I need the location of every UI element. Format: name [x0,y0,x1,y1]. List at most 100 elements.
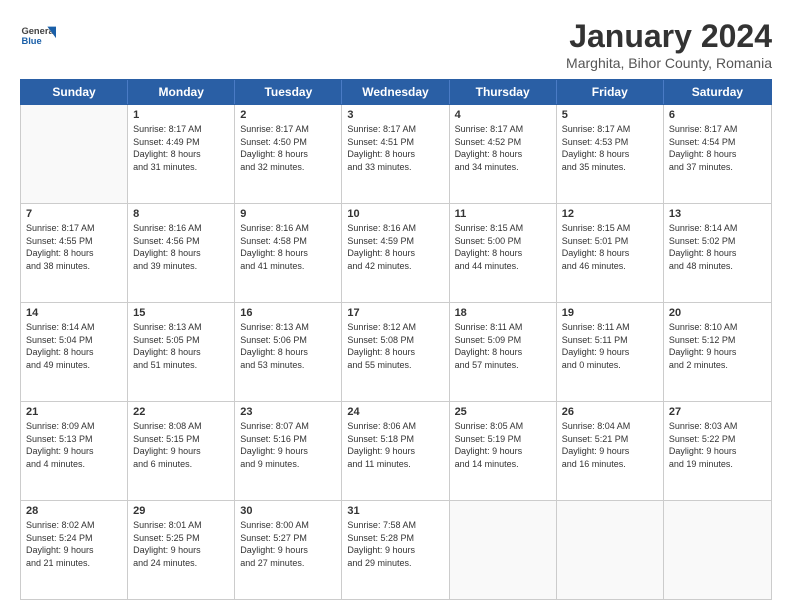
calendar-body: 1 Sunrise: 8:17 AM Sunset: 4:49 PM Daylig… [20,105,772,600]
calendar-cell: 6 Sunrise: 8:17 AM Sunset: 4:54 PM Daylig… [664,105,771,203]
cell-info: Sunrise: 8:15 AM Sunset: 5:01 PM Dayligh… [562,222,658,272]
day-of-week-monday: Monday [128,80,235,104]
calendar-cell: 24 Sunrise: 8:06 AM Sunset: 5:18 PM Dayli… [342,402,449,500]
day-of-week-saturday: Saturday [664,80,771,104]
cell-info: Sunrise: 7:58 AM Sunset: 5:28 PM Dayligh… [347,519,443,569]
cell-info: Sunrise: 8:05 AM Sunset: 5:19 PM Dayligh… [455,420,551,470]
logo-icon: General Blue [20,18,56,54]
day-number: 1 [133,109,229,121]
logo: General Blue [20,18,60,54]
calendar-cell: 25 Sunrise: 8:05 AM Sunset: 5:19 PM Dayli… [450,402,557,500]
cell-info: Sunrise: 8:14 AM Sunset: 5:04 PM Dayligh… [26,321,122,371]
title-section: January 2024 Marghita, Bihor County, Rom… [566,18,772,71]
calendar-cell: 9 Sunrise: 8:16 AM Sunset: 4:58 PM Daylig… [235,204,342,302]
cell-info: Sunrise: 8:16 AM Sunset: 4:58 PM Dayligh… [240,222,336,272]
calendar-cell: 1 Sunrise: 8:17 AM Sunset: 4:49 PM Daylig… [128,105,235,203]
day-number: 25 [455,406,551,418]
cell-info: Sunrise: 8:16 AM Sunset: 4:56 PM Dayligh… [133,222,229,272]
day-number: 10 [347,208,443,220]
calendar-cell: 5Sunrise: 8:17 AM Sunset: 4:53 PM Daylig… [557,105,664,203]
day-number: 27 [669,406,766,418]
cell-info: Sunrise: 8:16 AM Sunset: 4:59 PM Dayligh… [347,222,443,272]
calendar-cell: 29Sunrise: 8:01 AM Sunset: 5:25 PM Dayli… [128,501,235,599]
cell-info: Sunrise: 8:15 AM Sunset: 5:00 PM Dayligh… [455,222,551,272]
day-number: 15 [133,307,229,319]
calendar-row-2: 7Sunrise: 8:17 AM Sunset: 4:55 PM Daylig… [21,204,771,303]
calendar-cell: 28Sunrise: 8:02 AM Sunset: 5:24 PM Dayli… [21,501,128,599]
cell-info: Sunrise: 8:06 AM Sunset: 5:18 PM Dayligh… [347,420,443,470]
calendar-cell: 17 Sunrise: 8:12 AM Sunset: 5:08 PM Dayli… [342,303,449,401]
day-number: 24 [347,406,443,418]
calendar-cell: 10 Sunrise: 8:16 AM Sunset: 4:59 PM Dayli… [342,204,449,302]
header: General Blue January 2024 Marghita, Biho… [20,18,772,71]
day-number: 21 [26,406,122,418]
day-number: 20 [669,307,766,319]
calendar-header: SundayMondayTuesdayWednesdayThursdayFrid… [20,79,772,105]
cell-info: Sunrise: 8:00 AM Sunset: 5:27 PM Dayligh… [240,519,336,569]
main-title: January 2024 [566,18,772,55]
calendar-cell [450,501,557,599]
day-number: 6 [669,109,766,121]
day-number: 13 [669,208,766,220]
calendar-cell: 15 Sunrise: 8:13 AM Sunset: 5:05 PM Dayli… [128,303,235,401]
day-number: 3 [347,109,443,121]
cell-info: Sunrise: 8:13 AM Sunset: 5:05 PM Dayligh… [133,321,229,371]
day-number: 28 [26,505,122,517]
calendar-cell: 12 Sunrise: 8:15 AM Sunset: 5:01 PM Dayli… [557,204,664,302]
day-number: 30 [240,505,336,517]
calendar-cell: 7Sunrise: 8:17 AM Sunset: 4:55 PM Daylig… [21,204,128,302]
calendar-cell: 11 Sunrise: 8:15 AM Sunset: 5:00 PM Dayli… [450,204,557,302]
day-number: 19 [562,307,658,319]
cell-info: Sunrise: 8:17 AM Sunset: 4:50 PM Dayligh… [240,123,336,173]
day-number: 8 [133,208,229,220]
day-number: 16 [240,307,336,319]
cell-info: Sunrise: 8:11 AM Sunset: 5:11 PM Dayligh… [562,321,658,371]
cell-info: Sunrise: 8:17 AM Sunset: 4:55 PM Dayligh… [26,222,122,272]
day-number: 11 [455,208,551,220]
calendar-cell: 26Sunrise: 8:04 AM Sunset: 5:21 PM Dayli… [557,402,664,500]
calendar-cell: 22Sunrise: 8:08 AM Sunset: 5:15 PM Dayli… [128,402,235,500]
calendar-cell: 27Sunrise: 8:03 AM Sunset: 5:22 PM Dayli… [664,402,771,500]
cell-info: Sunrise: 8:10 AM Sunset: 5:12 PM Dayligh… [669,321,766,371]
calendar-cell: 13 Sunrise: 8:14 AM Sunset: 5:02 PM Dayli… [664,204,771,302]
day-number: 12 [562,208,658,220]
cell-info: Sunrise: 8:17 AM Sunset: 4:49 PM Dayligh… [133,123,229,173]
day-of-week-sunday: Sunday [21,80,128,104]
day-of-week-friday: Friday [557,80,664,104]
calendar-cell: 4Sunrise: 8:17 AM Sunset: 4:52 PM Daylig… [450,105,557,203]
cell-info: Sunrise: 8:13 AM Sunset: 5:06 PM Dayligh… [240,321,336,371]
cell-info: Sunrise: 8:12 AM Sunset: 5:08 PM Dayligh… [347,321,443,371]
cell-info: Sunrise: 8:17 AM Sunset: 4:54 PM Dayligh… [669,123,766,173]
page: General Blue January 2024 Marghita, Biho… [0,0,792,612]
day-number: 9 [240,208,336,220]
calendar-cell: 3 Sunrise: 8:17 AM Sunset: 4:51 PM Daylig… [342,105,449,203]
calendar-cell: 14Sunrise: 8:14 AM Sunset: 5:04 PM Dayli… [21,303,128,401]
calendar-row-4: 21 Sunrise: 8:09 AM Sunset: 5:13 PM Dayli… [21,402,771,501]
day-of-week-tuesday: Tuesday [235,80,342,104]
day-number: 31 [347,505,443,517]
cell-info: Sunrise: 8:01 AM Sunset: 5:25 PM Dayligh… [133,519,229,569]
calendar-cell: 18Sunrise: 8:11 AM Sunset: 5:09 PM Dayli… [450,303,557,401]
day-number: 18 [455,307,551,319]
cell-info: Sunrise: 8:17 AM Sunset: 4:51 PM Dayligh… [347,123,443,173]
subtitle: Marghita, Bihor County, Romania [566,55,772,71]
day-number: 26 [562,406,658,418]
cell-info: Sunrise: 8:07 AM Sunset: 5:16 PM Dayligh… [240,420,336,470]
cell-info: Sunrise: 8:09 AM Sunset: 5:13 PM Dayligh… [26,420,122,470]
day-number: 4 [455,109,551,121]
calendar-cell: 16 Sunrise: 8:13 AM Sunset: 5:06 PM Dayli… [235,303,342,401]
calendar-cell: 23Sunrise: 8:07 AM Sunset: 5:16 PM Dayli… [235,402,342,500]
calendar-cell: 31 Sunrise: 7:58 AM Sunset: 5:28 PM Dayli… [342,501,449,599]
calendar-cell: 30 Sunrise: 8:00 AM Sunset: 5:27 PM Dayli… [235,501,342,599]
calendar-cell [557,501,664,599]
day-number: 17 [347,307,443,319]
day-of-week-thursday: Thursday [450,80,557,104]
calendar-cell: 20 Sunrise: 8:10 AM Sunset: 5:12 PM Dayli… [664,303,771,401]
day-number: 5 [562,109,658,121]
calendar-cell: 19 Sunrise: 8:11 AM Sunset: 5:11 PM Dayli… [557,303,664,401]
calendar-cell [21,105,128,203]
calendar-cell [664,501,771,599]
day-number: 22 [133,406,229,418]
calendar-row-5: 28Sunrise: 8:02 AM Sunset: 5:24 PM Dayli… [21,501,771,599]
cell-info: Sunrise: 8:14 AM Sunset: 5:02 PM Dayligh… [669,222,766,272]
